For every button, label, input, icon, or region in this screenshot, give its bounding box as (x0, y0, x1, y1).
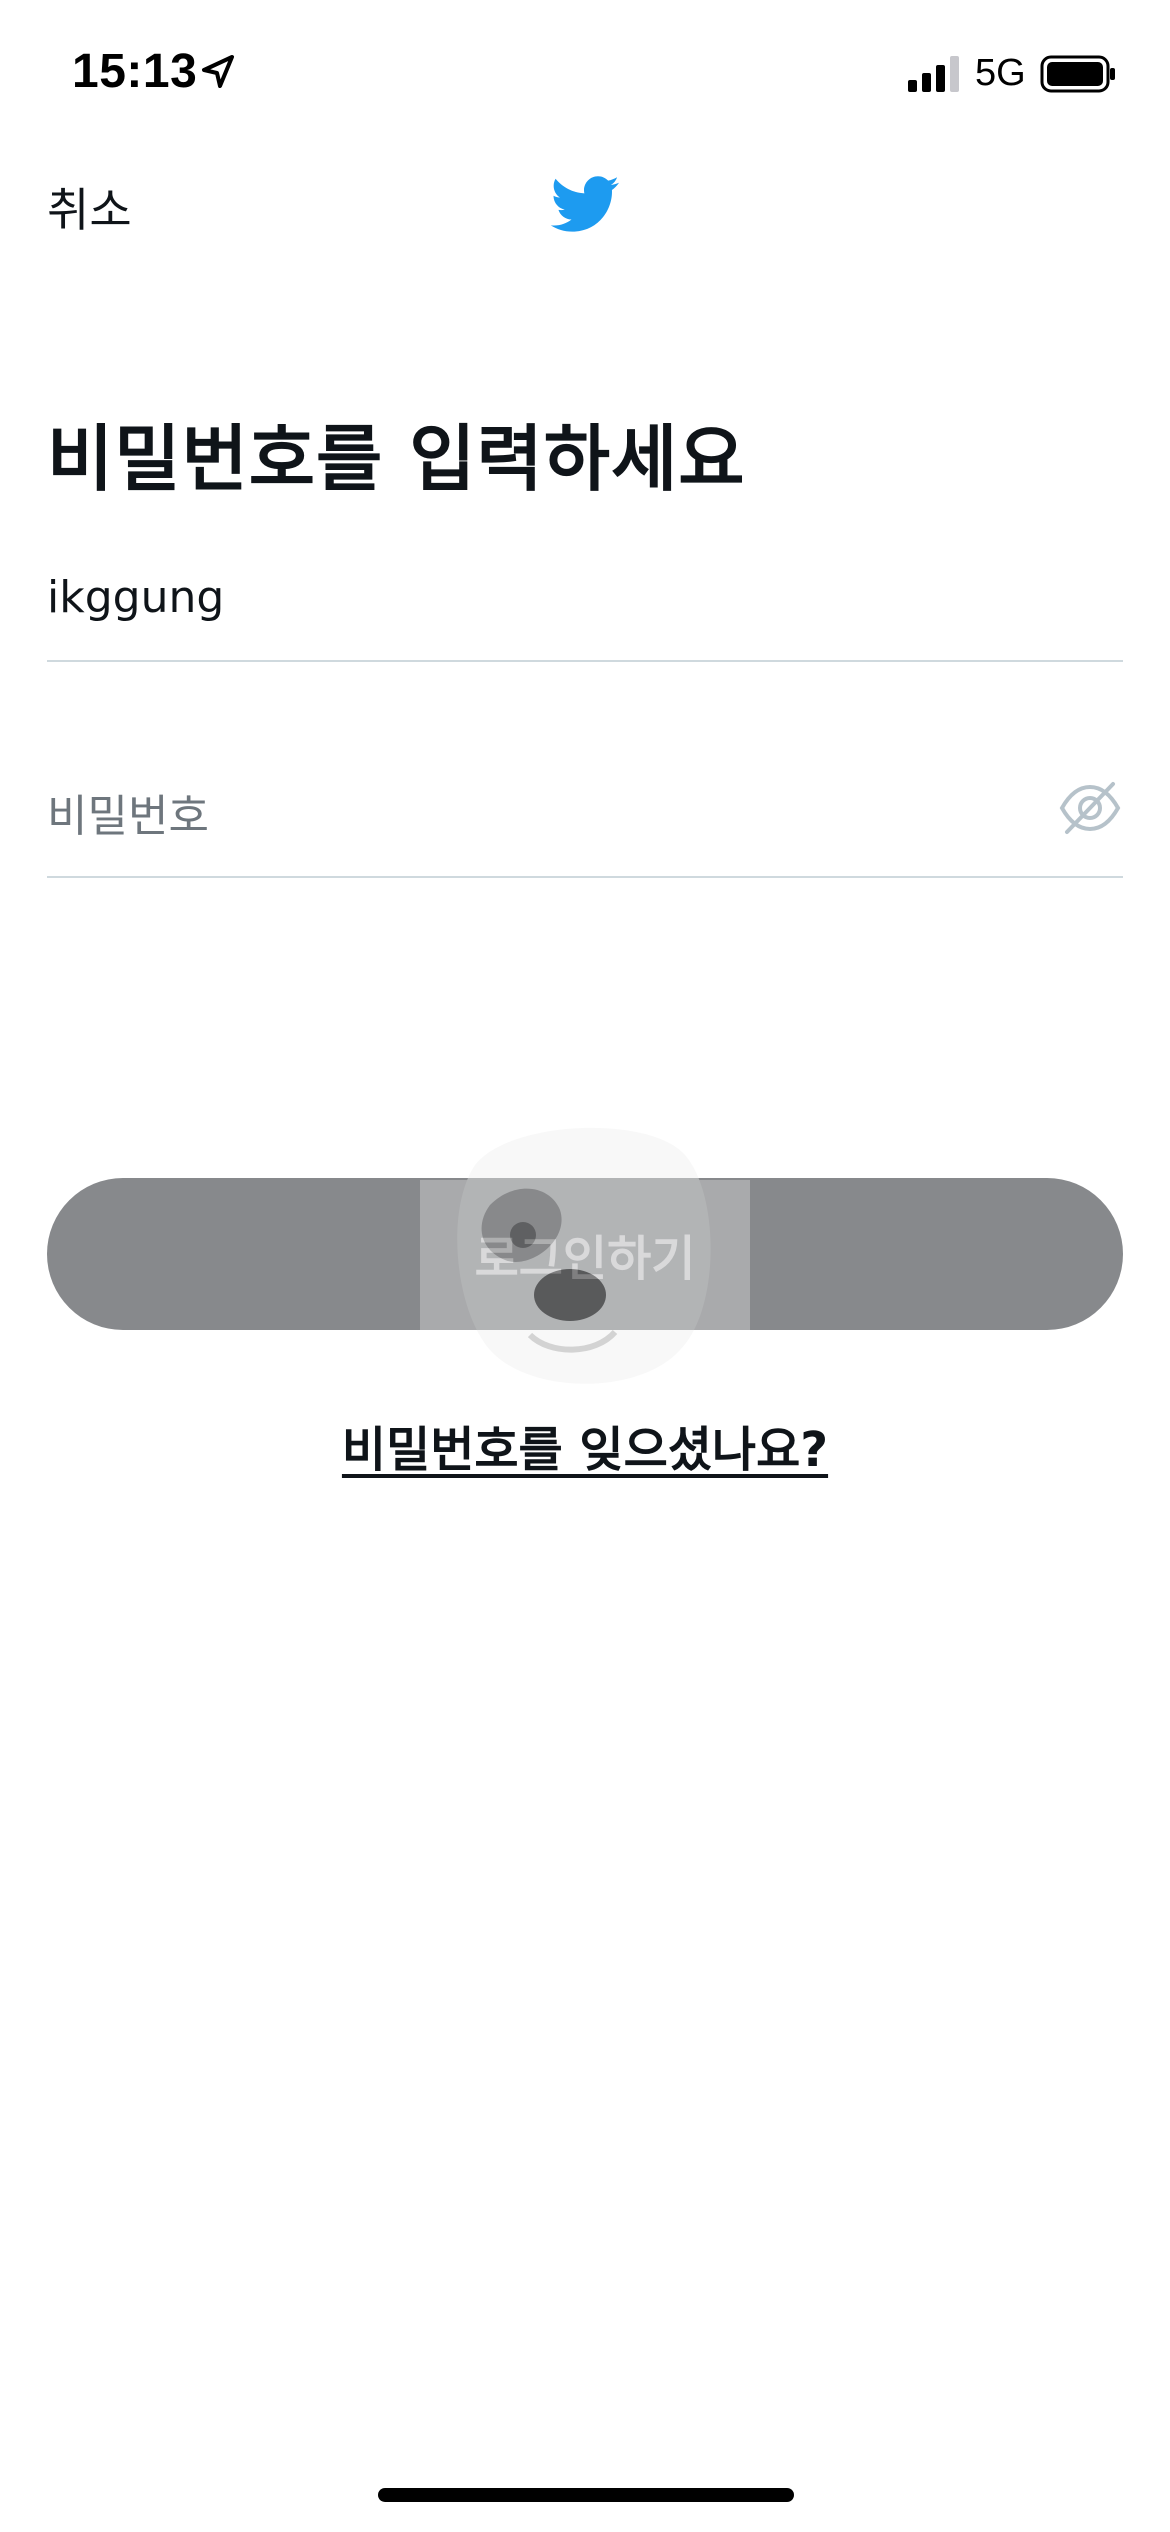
location-arrow-icon (202, 55, 234, 88)
battery-icon (1040, 55, 1115, 93)
password-field[interactable]: 비밀번호 (47, 760, 1123, 878)
username-value: ikggung (47, 572, 225, 623)
twitter-bird-icon (550, 176, 619, 232)
password-placeholder: 비밀번호 (47, 791, 209, 842)
cancel-button[interactable]: 취소 (47, 174, 132, 240)
username-field[interactable]: ikggung (47, 550, 1123, 662)
page-title: 비밀번호를 입력하세요 (47, 417, 746, 502)
forgot-password-link[interactable]: 비밀번호를 잊으셨나요? (0, 1410, 1170, 1480)
status-bar: 15:13 5G (0, 0, 1170, 150)
status-time: 15:13 (72, 45, 198, 98)
cellular-signal-icon (908, 56, 959, 92)
dog-sticker-image (420, 1127, 750, 1384)
home-indicator[interactable] (378, 2488, 794, 2502)
network-type: 5G (975, 52, 1026, 94)
eye-off-icon[interactable] (1057, 778, 1123, 838)
